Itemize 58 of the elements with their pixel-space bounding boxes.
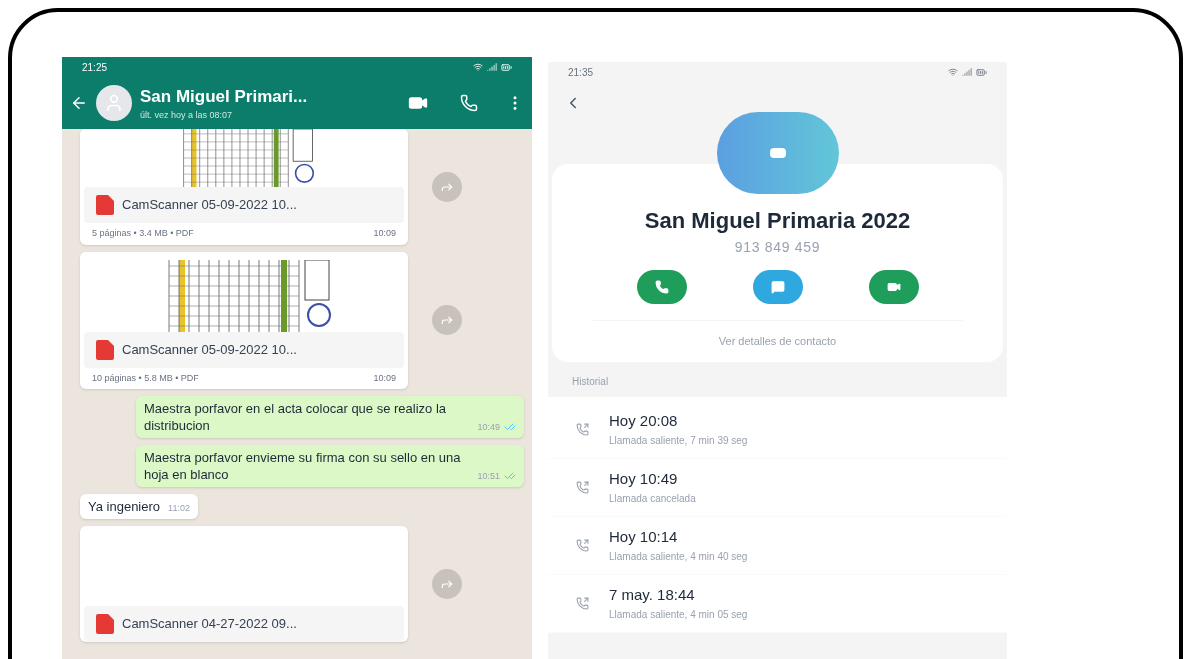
message-time: 11:02: [168, 501, 190, 515]
call-history-row[interactable]: 7 may. 18:44 Llamada saliente, 4 min 05 seg: [548, 574, 1007, 633]
forward-icon: [440, 577, 454, 591]
document-bubble[interactable]: CamScanner 05-09-2022 10... 10 páginas • 5.8 MB • PDF 10:09: [80, 251, 408, 389]
message-time: 10:09: [373, 371, 396, 385]
message-button[interactable]: [752, 270, 803, 304]
outgoing-call-icon: [576, 480, 589, 494]
history-heading: Historial: [571, 374, 610, 389]
contact-name: San Miguel Primaria 2022: [644, 207, 911, 235]
call-time: Hoy 10:14: [609, 527, 679, 548]
call-time: Hoy 20:08: [609, 411, 679, 432]
battery-icon: [501, 61, 512, 73]
document-filename: CamScanner 05-09-2022 10...: [122, 196, 297, 215]
call-detail: Llamada saliente, 7 min 39 seg: [609, 433, 748, 448]
document-info: 10 páginas • 5.8 MB • PDF: [92, 371, 199, 385]
message-time: 10:09: [373, 227, 396, 240]
signal-icon: [487, 62, 497, 72]
phone-icon[interactable]: [460, 94, 478, 112]
message-text: Ya ingeniero: [88, 498, 161, 515]
pdf-file-icon: [96, 339, 114, 360]
call-detail: Llamada cancelada: [609, 491, 696, 506]
document-filename: CamScanner 04-27-2022 09...: [122, 615, 297, 634]
call-detail: Llamada saliente, 4 min 40 seg: [609, 549, 748, 564]
message-text: Maestra porfavor en el acta colocar que se realizo la distribucion: [144, 400, 448, 434]
battery-icon: [976, 66, 987, 78]
call-history-row[interactable]: Hoy 20:08 Llamada saliente, 7 min 39 seg: [548, 400, 1007, 459]
pdf-file-icon: [96, 614, 114, 634]
last-seen-text: últ. vez hoy a las 08:07: [140, 109, 234, 122]
call-history-row[interactable]: Hoy 10:14 Llamada saliente, 4 min 40 seg: [548, 516, 1007, 575]
call-history-row[interactable]: Hoy 10:49 Llamada cancelada: [548, 458, 1007, 517]
call-time: 7 may. 18:44: [609, 585, 696, 606]
call-time: Hoy 10:49: [609, 469, 679, 490]
call-detail: Llamada saliente, 4 min 05 seg: [609, 607, 748, 622]
pdf-file-icon: [96, 195, 114, 215]
chat-title: San Miguel Primari...: [140, 85, 309, 108]
signal-icon: [962, 67, 972, 77]
outgoing-call-icon: [576, 596, 589, 610]
document-bubble[interactable]: CamScanner 04-27-2022 09...: [80, 526, 408, 642]
wifi-icon: [948, 67, 958, 77]
wifi-icon: [473, 62, 483, 72]
message-time: 10:49: [477, 420, 500, 434]
outgoing-call-icon: [576, 422, 589, 436]
avatar-placeholder: [96, 85, 132, 121]
document-filename: CamScanner 05-09-2022 10...: [122, 340, 297, 359]
document-info: 5 páginas • 3.4 MB • PDF: [92, 227, 194, 240]
phone-number: 913 849 459: [734, 238, 821, 257]
outgoing-call-icon: [576, 538, 589, 552]
video-call-button[interactable]: [868, 270, 919, 304]
call-button[interactable]: [636, 270, 687, 304]
message-time: 10:51: [477, 469, 500, 483]
video-camera-icon: [886, 280, 901, 294]
message-text: Maestra porfavor envieme su firma con su sello en una hoja en blanco: [144, 449, 462, 483]
status-time: 21:35: [568, 65, 594, 80]
document-bubble[interactable]: CamScanner 05-09-2022 10... 5 páginas • 3.4 MB • PDF 10:09: [80, 129, 408, 245]
phone-icon: [654, 280, 669, 294]
chat-bubble-icon: [770, 280, 785, 294]
contact-card-icon: [769, 148, 786, 158]
status-time: 21:25: [82, 60, 108, 75]
